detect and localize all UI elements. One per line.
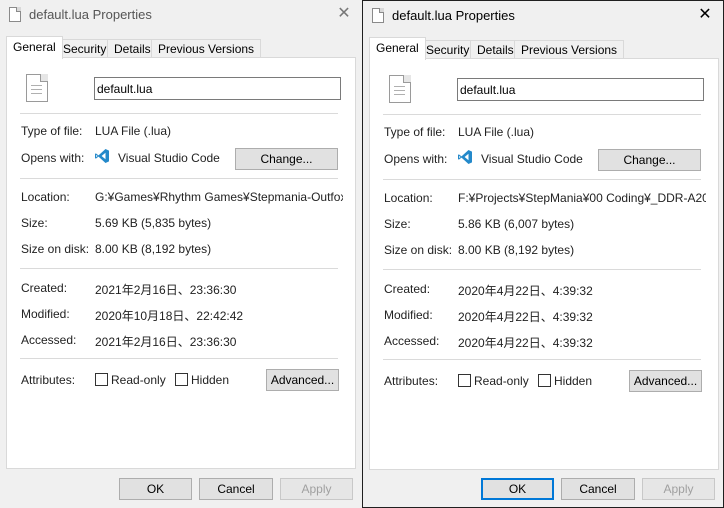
change-button[interactable]: Change... [235,148,338,170]
close-icon[interactable]: ✕ [336,6,352,22]
readonly-label[interactable]: Read-only [474,374,529,388]
modified-value: 2020年10月18日、22:42:42 [95,309,244,323]
apply-button[interactable]: Apply [280,478,353,500]
hidden-label[interactable]: Hidden [554,374,592,388]
attributes-label: Attributes: [384,374,439,388]
title-bar[interactable]: default.lua Properties ✕ [0,0,362,30]
accessed-value: 2021年2月16日、23:36:30 [95,335,237,349]
opens-with-value: Visual Studio Code [118,151,220,165]
accessed-value: 2020年4月22日、4:39:32 [458,336,593,350]
title-bar[interactable]: default.lua Properties ✕ [363,1,723,31]
hidden-label[interactable]: Hidden [191,373,229,387]
size-on-disk-value: 8.00 KB (8,192 bytes) [458,243,575,257]
divider [20,113,338,114]
opens-with-label: Opens with: [21,151,85,165]
location-label: Location: [21,190,70,204]
ok-button[interactable]: OK [119,478,192,500]
document-icon [389,75,411,103]
ok-button[interactable]: OK [481,478,554,500]
location-value: F:¥Projects¥StepMania¥00 Coding¥_DDR-A20… [458,191,706,205]
location-label: Location: [384,191,433,205]
created-value: 2020年4月22日、4:39:32 [458,284,593,298]
readonly-checkbox[interactable] [95,373,108,386]
size-on-disk-value: 8.00 KB (8,192 bytes) [95,242,212,256]
type-label: Type of file: [21,124,83,138]
vscode-icon [95,149,109,163]
tab-previous-versions[interactable]: Previous Versions [514,40,625,59]
size-value: 5.86 KB (6,007 bytes) [458,217,575,231]
window-title: default.lua Properties [29,7,152,22]
change-button[interactable]: Change... [598,149,701,171]
properties-window-right: default.lua Properties ✕ General Securit… [362,0,724,508]
close-icon[interactable]: ✕ [697,7,713,23]
cancel-button[interactable]: Cancel [561,478,635,500]
cancel-button[interactable]: Cancel [199,478,273,500]
window-title: default.lua Properties [392,8,515,23]
advanced-button[interactable]: Advanced... [266,369,339,391]
readonly-label[interactable]: Read-only [111,373,166,387]
size-label: Size: [384,217,411,231]
general-panel: Type of file: LUA File (.lua) Opens with… [369,58,719,470]
properties-window-left: default.lua Properties ✕ General Securit… [0,0,362,508]
opens-with-value: Visual Studio Code [481,152,583,166]
divider [383,359,701,360]
created-label: Created: [21,281,68,295]
filename-input[interactable] [94,77,341,100]
file-icon [9,7,21,22]
accessed-label: Accessed: [21,333,77,347]
modified-value: 2020年4月22日、4:39:32 [458,310,593,324]
type-value: LUA File (.lua) [458,125,535,139]
created-label: Created: [384,282,431,296]
size-on-disk-label: Size on disk: [384,243,453,257]
type-value: LUA File (.lua) [95,124,172,138]
modified-label: Modified: [384,308,433,322]
divider [20,358,338,359]
file-icon [372,8,384,23]
modified-label: Modified: [21,307,70,321]
tab-general[interactable]: General [6,36,63,59]
divider [383,269,701,270]
advanced-button[interactable]: Advanced... [629,370,702,392]
hidden-checkbox[interactable] [538,374,551,387]
document-icon [26,74,48,102]
divider [383,179,701,180]
apply-button[interactable]: Apply [642,478,715,500]
tab-security[interactable]: Security [56,39,114,58]
filename-input[interactable] [457,78,704,101]
hidden-checkbox[interactable] [175,373,188,386]
accessed-label: Accessed: [384,334,440,348]
size-value: 5.69 KB (5,835 bytes) [95,216,212,230]
divider [383,114,701,115]
general-panel: Type of file: LUA File (.lua) Opens with… [6,57,356,469]
created-value: 2021年2月16日、23:36:30 [95,283,237,297]
readonly-checkbox[interactable] [458,374,471,387]
opens-with-label: Opens with: [384,152,448,166]
divider [20,268,338,269]
size-label: Size: [21,216,48,230]
type-label: Type of file: [384,125,446,139]
divider [20,178,338,179]
attributes-label: Attributes: [21,373,76,387]
tab-previous-versions[interactable]: Previous Versions [151,39,262,58]
size-on-disk-label: Size on disk: [21,242,90,256]
tab-general[interactable]: General [369,37,426,60]
location-value: G:¥Games¥Rhythm Games¥Stepmania-Outfox-A… [95,190,343,204]
tab-security[interactable]: Security [419,40,477,59]
vscode-icon [458,150,472,164]
